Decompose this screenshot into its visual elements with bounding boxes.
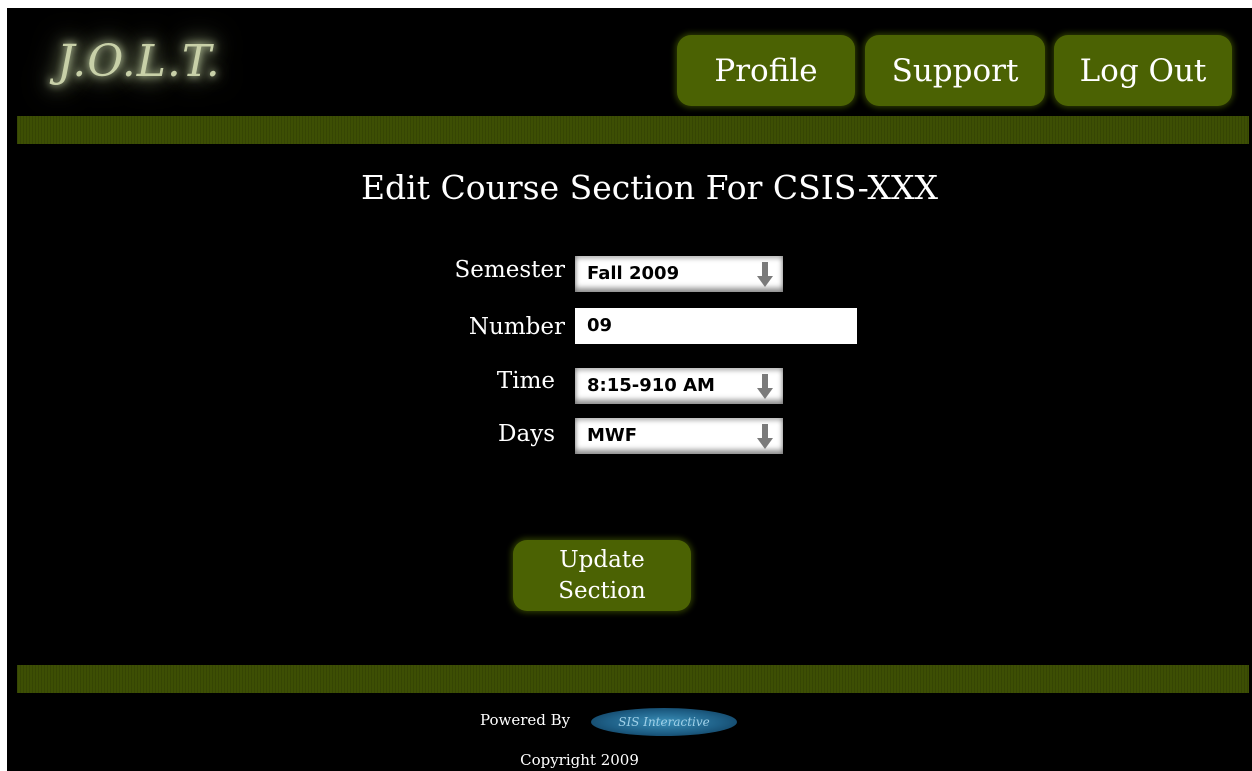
time-select-value: 8:15-910 AM bbox=[587, 375, 715, 396]
semester-label: Semester bbox=[454, 257, 565, 283]
sis-interactive-logo[interactable]: SIS Interactive bbox=[591, 708, 737, 736]
app-frame: J.O.L.T. Profile Support Log Out Edit Co… bbox=[7, 8, 1252, 771]
time-select[interactable]: 8:15-910 AM bbox=[575, 368, 783, 404]
brand-logo-text: SIS Interactive bbox=[618, 715, 710, 729]
profile-button[interactable]: Profile bbox=[677, 35, 855, 106]
number-field[interactable]: 09 bbox=[575, 308, 857, 344]
arrow-down-icon bbox=[757, 374, 773, 399]
support-button[interactable]: Support bbox=[865, 35, 1045, 106]
days-label: Days bbox=[498, 421, 555, 447]
app-logo: J.O.L.T. bbox=[57, 36, 221, 87]
number-label: Number bbox=[468, 314, 565, 340]
arrow-down-icon bbox=[757, 262, 773, 287]
logout-button[interactable]: Log Out bbox=[1054, 35, 1232, 106]
page-title: Edit Course Section For CSIS-XXX bbox=[360, 168, 939, 207]
days-select-value: MWF bbox=[587, 425, 638, 446]
time-label: Time bbox=[496, 368, 555, 394]
header-divider-bar bbox=[17, 116, 1249, 144]
update-section-button[interactable]: Update Section bbox=[513, 540, 691, 611]
powered-by-text: Powered By bbox=[480, 711, 571, 729]
copyright-text: Copyright 2009 bbox=[520, 751, 639, 769]
arrow-down-icon bbox=[757, 424, 773, 449]
semester-select[interactable]: Fall 2009 bbox=[575, 256, 783, 292]
footer-divider-bar bbox=[17, 665, 1249, 693]
semester-select-value: Fall 2009 bbox=[587, 263, 680, 284]
days-select[interactable]: MWF bbox=[575, 418, 783, 454]
